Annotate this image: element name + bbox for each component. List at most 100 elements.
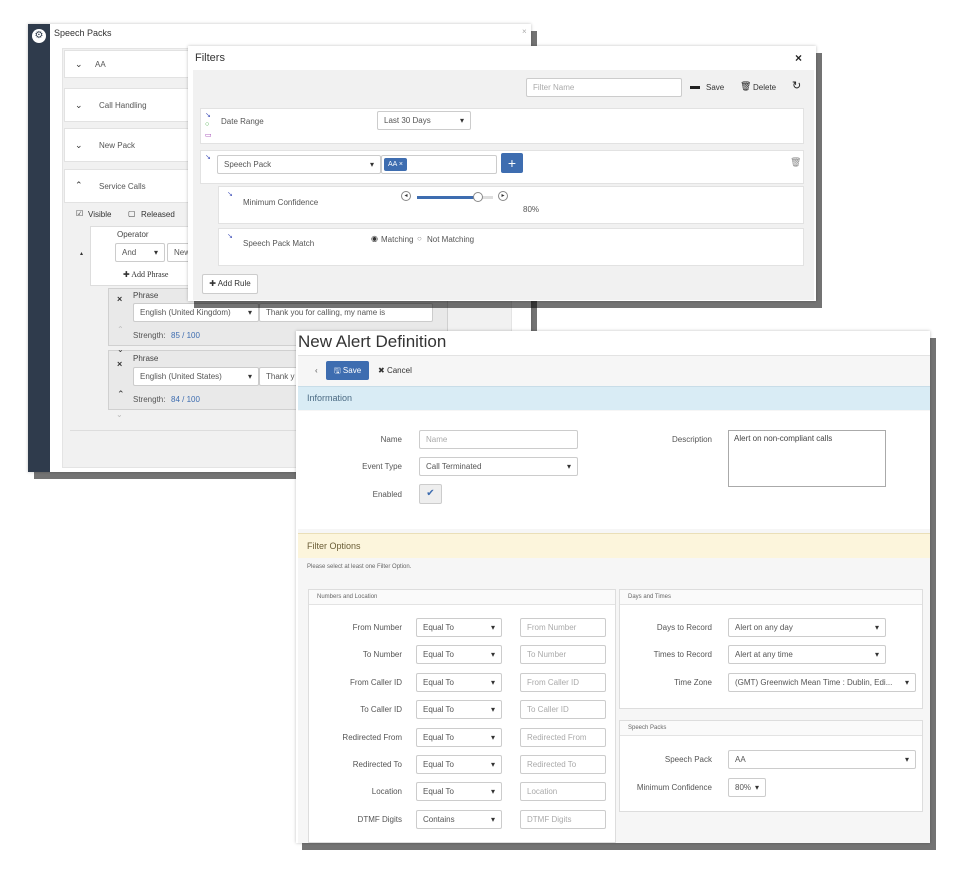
slider-thumb[interactable]: [472, 192, 483, 202]
alert-speech-packs-header: Speech Packs: [620, 721, 922, 736]
save-filter-button[interactable]: Save: [706, 83, 724, 92]
slider-fill: [417, 196, 478, 199]
operator-label: Operator: [117, 230, 149, 239]
arrow-icon: ▴: [80, 251, 84, 257]
min-confidence-rule: ↘ Minimum Confidence ◂ ▸ 80%: [218, 186, 804, 224]
add-rule-button[interactable]: ✚ Add Rule: [202, 274, 258, 294]
screen-icon: ▭: [205, 132, 212, 139]
close-icon[interactable]: ×: [795, 51, 802, 65]
number-row-value-input[interactable]: To Caller ID: [520, 700, 606, 720]
date-range-select[interactable]: Last 30 Days: [377, 111, 471, 130]
pack-name: AA: [95, 60, 106, 69]
number-row-operator-select[interactable]: Equal To: [416, 727, 502, 747]
sp-select[interactable]: AA: [728, 750, 916, 769]
add-phrase-button[interactable]: ✚ Add Phrase: [123, 270, 168, 279]
filter-options-header: Filter Options: [298, 533, 930, 558]
number-row-value-input[interactable]: Location: [520, 782, 606, 802]
number-row-operator-select[interactable]: Equal To: [416, 645, 502, 665]
remove-phrase-icon[interactable]: ×: [117, 294, 122, 304]
speech-pack-tags[interactable]: AA ×: [381, 155, 497, 174]
days-label: Days to Record: [656, 623, 712, 632]
number-row-operator-select[interactable]: Contains: [416, 809, 502, 829]
phrase-label: Phrase: [133, 354, 159, 363]
phone-icon: ↘: [227, 233, 233, 240]
matching-label: Matching: [381, 235, 414, 244]
save-button[interactable]: 🖫 Save: [326, 361, 369, 380]
number-row-label: To Caller ID: [360, 705, 402, 715]
speech-pack-select[interactable]: Speech Pack: [217, 155, 381, 174]
strength-label: Strength:: [133, 331, 166, 340]
phrase-language-select[interactable]: English (United Kingdom): [133, 303, 259, 322]
date-range-label: Date Range: [221, 117, 264, 126]
mc-select[interactable]: 80%: [728, 778, 766, 797]
add-speech-pack-button[interactable]: +: [501, 153, 523, 173]
number-row-operator-select[interactable]: Equal To: [416, 700, 502, 720]
times-select[interactable]: Alert at any time: [728, 645, 886, 664]
cancel-button[interactable]: ✖ Cancel: [378, 366, 412, 375]
matching-radio[interactable]: ◉: [371, 234, 378, 243]
date-range-rule: ↘ ○ ▭ Date Range Last 30 Days: [200, 108, 804, 144]
number-row-label: DTMF Digits: [357, 814, 402, 824]
information-title: Information: [307, 393, 353, 403]
not-matching-radio[interactable]: ○: [417, 234, 422, 243]
chevron-down-icon: ⌄: [75, 140, 83, 150]
phone-icon: ↘: [227, 191, 233, 198]
number-row-operator-select[interactable]: Equal To: [416, 618, 502, 637]
number-row-operator-select[interactable]: Equal To: [416, 782, 502, 802]
close-icon[interactable]: ×: [522, 27, 527, 36]
min-confidence-slider[interactable]: [417, 192, 493, 202]
chevron-down-icon: ⌄: [75, 100, 83, 110]
name-input[interactable]: Name: [419, 430, 578, 449]
trash-icon[interactable]: 🗑: [740, 81, 751, 92]
released-checkbox[interactable]: ▢: [128, 209, 136, 218]
number-row-label: From Caller ID: [349, 677, 402, 687]
strength-label: Strength:: [133, 395, 166, 404]
enabled-checkbox[interactable]: ✔: [419, 484, 442, 504]
speech-packs-title: Speech Packs: [54, 28, 112, 38]
phrase-label: Phrase: [133, 291, 159, 300]
delete-filter-button[interactable]: Delete: [753, 83, 776, 92]
number-row-operator-select[interactable]: Equal To: [416, 672, 502, 692]
number-row-value-input[interactable]: Redirected To: [520, 755, 606, 774]
increase-icon[interactable]: ▸: [498, 191, 508, 201]
min-confidence-value: 80%: [523, 205, 540, 214]
number-row-label: From Number: [352, 623, 402, 632]
filter-name-input[interactable]: Filter Name: [526, 78, 682, 97]
enabled-label: Enabled: [372, 490, 402, 499]
number-row-operator-select[interactable]: Equal To: [416, 755, 502, 774]
numbers-location-header: Numbers and Location: [309, 590, 615, 605]
event-type-label: Event Type: [362, 462, 402, 471]
speech-pack-match-label: Speech Pack Match: [243, 239, 315, 248]
description-label: Description: [671, 435, 712, 444]
chevron-up-icon[interactable]: ⌃: [117, 389, 125, 400]
gear-icon[interactable]: ⚙: [32, 29, 46, 43]
tz-select[interactable]: (GMT) Greenwich Mean Time : Dublin, Edi.…: [728, 673, 916, 692]
back-icon[interactable]: ‹: [315, 366, 318, 375]
save-icon[interactable]: ▬: [690, 81, 700, 92]
number-row-value-input[interactable]: Redirected From: [520, 727, 606, 747]
visible-checkbox[interactable]: ☑: [76, 209, 83, 218]
number-row-value-input[interactable]: From Caller ID: [520, 672, 606, 692]
event-type-select[interactable]: Call Terminated: [419, 457, 578, 476]
number-row-value-input[interactable]: From Number: [520, 618, 606, 637]
chevron-up-icon[interactable]: ⌃: [117, 325, 124, 334]
trash-icon[interactable]: 🗑: [790, 157, 801, 168]
min-confidence-label: Minimum Confidence: [243, 198, 319, 207]
refresh-icon[interactable]: ↻: [792, 79, 801, 92]
decrease-icon[interactable]: ◂: [401, 191, 411, 201]
chevron-down-icon[interactable]: ⌄: [116, 410, 123, 419]
number-row-value-input[interactable]: To Number: [520, 645, 606, 665]
description-textarea[interactable]: Alert on non-compliant calls: [728, 430, 886, 487]
days-select[interactable]: Alert on any day: [728, 618, 886, 637]
phrase-text-input[interactable]: Thank you for calling, my name is: [259, 303, 433, 322]
remove-phrase-icon[interactable]: ×: [117, 359, 122, 369]
not-matching-label: Not Matching: [427, 235, 475, 244]
filters-title: Filters: [195, 52, 225, 64]
operator-select[interactable]: And: [115, 243, 165, 262]
days-times-header: Days and Times: [620, 590, 922, 605]
times-label: Times to Record: [653, 650, 712, 659]
phrase-language-select[interactable]: English (United States): [133, 367, 259, 386]
number-row-value-input[interactable]: DTMF Digits: [520, 809, 606, 829]
tag-aa[interactable]: AA ×: [384, 158, 407, 171]
chevron-down-icon[interactable]: ⌄: [117, 345, 124, 354]
